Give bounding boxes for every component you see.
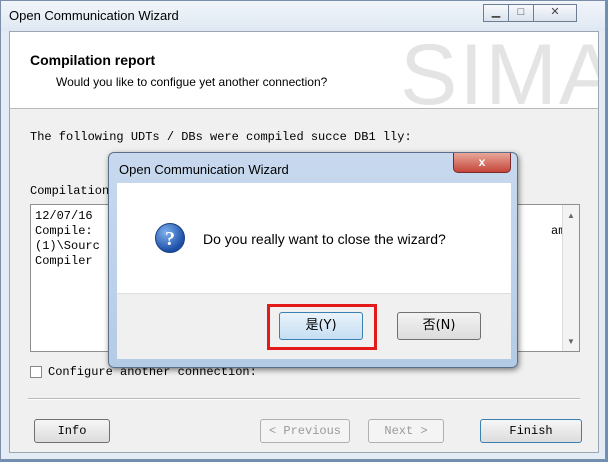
next-button[interactable]: Next > [368, 419, 444, 443]
wizard-header: SIMA Compilation report Would you like t… [10, 32, 598, 109]
minimize-button[interactable]: ▁ [483, 4, 509, 22]
close-button[interactable]: ✕ [533, 4, 577, 22]
log-line: Compile: [35, 224, 93, 238]
scroll-up-icon[interactable]: ▲ [567, 211, 575, 220]
dialog-body: ? Do you really want to close the wizard… [117, 183, 511, 293]
brand-watermark: SIMA [400, 32, 598, 109]
log-scrollbar[interactable]: ▲ ▼ [562, 205, 579, 351]
compile-message: The following UDTs / DBs were compiled s… [30, 130, 412, 144]
minimize-icon: ▁ [491, 6, 501, 18]
question-icon: ? [155, 223, 185, 253]
close-icon: x [478, 155, 486, 169]
dialog-footer: 是(Y) 否(N) [117, 293, 511, 359]
finish-button[interactable]: Finish [480, 419, 582, 443]
maximize-button[interactable]: □ [508, 4, 534, 22]
window-titlebar: Open Communication Wizard ▁ □ ✕ [1, 1, 605, 31]
info-button[interactable]: Info [34, 419, 110, 443]
scroll-down-icon[interactable]: ▼ [567, 337, 575, 346]
dialog-title: Open Communication Wizard [119, 162, 289, 177]
no-button[interactable]: 否(N) [397, 312, 481, 340]
page-subtitle: Would you like to configue yet another c… [56, 75, 328, 89]
compilation-status-label: Compilation [30, 184, 110, 198]
yes-button[interactable]: 是(Y) [279, 312, 363, 340]
maximize-icon: □ [517, 6, 525, 18]
close-icon: ✕ [550, 6, 560, 18]
dialog-message: Do you really want to close the wizard? [203, 231, 446, 247]
previous-button[interactable]: < Previous [260, 419, 350, 443]
log-line: (1)\Sourc [35, 239, 100, 253]
confirm-close-dialog: Open Communication Wizard x ? Do you rea… [108, 152, 518, 368]
configure-another-checkbox[interactable] [30, 366, 42, 378]
dialog-close-button[interactable]: x [453, 153, 511, 173]
footer-divider [28, 398, 580, 400]
log-line: 12/07/16 [35, 209, 93, 223]
window-title: Open Communication Wizard [9, 8, 179, 23]
log-line: Compiler [35, 254, 93, 268]
page-title: Compilation report [30, 52, 156, 68]
